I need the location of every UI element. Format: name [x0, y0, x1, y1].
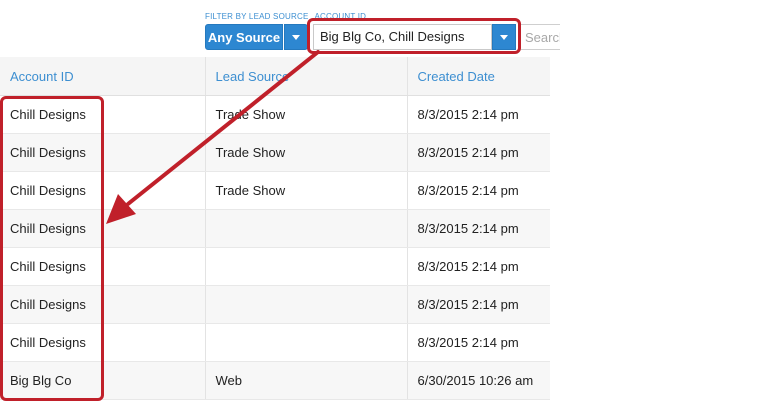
cell-created-date: 8/3/2015 2:14 pm [407, 323, 550, 362]
annotation-highlight-account-column [0, 96, 104, 401]
cell-created-date: 8/3/2015 2:14 pm [407, 171, 550, 210]
column-header-lead-source[interactable]: Lead Source [205, 57, 408, 96]
annotation-highlight-filter [307, 18, 521, 54]
cell-lead-source [205, 323, 408, 362]
cell-lead-source [205, 285, 408, 324]
chevron-down-icon [292, 35, 300, 40]
lead-source-filter-label: FILTER BY LEAD SOURCE [205, 12, 309, 21]
column-header-created-date[interactable]: Created Date [407, 57, 550, 96]
cell-lead-source [205, 247, 408, 286]
cell-created-date: 8/3/2015 2:14 pm [407, 285, 550, 324]
lead-source-dropdown-toggle[interactable] [284, 24, 308, 50]
cell-created-date: 8/3/2015 2:14 pm [407, 209, 550, 248]
search-input[interactable] [520, 24, 560, 50]
cell-lead-source [205, 209, 408, 248]
cell-lead-source: Trade Show [205, 133, 408, 172]
cell-created-date: 8/3/2015 2:14 pm [407, 247, 550, 286]
cell-created-date: 8/3/2015 2:14 pm [407, 133, 550, 172]
cell-lead-source: Web [205, 361, 408, 400]
cell-created-date: 8/3/2015 2:14 pm [407, 95, 550, 134]
cell-created-date: 6/30/2015 10:26 am [407, 361, 550, 400]
lead-source-dropdown-button[interactable]: Any Source [205, 24, 283, 50]
filter-bar: FILTER BY LEAD SOURCE ACCOUNT ID Any Sou… [0, 0, 764, 58]
column-header-account-id[interactable]: Account ID [0, 57, 206, 96]
cell-lead-source: Trade Show [205, 171, 408, 210]
table-header-row: Account ID Lead Source Created Date [0, 57, 550, 96]
cell-lead-source: Trade Show [205, 95, 408, 134]
